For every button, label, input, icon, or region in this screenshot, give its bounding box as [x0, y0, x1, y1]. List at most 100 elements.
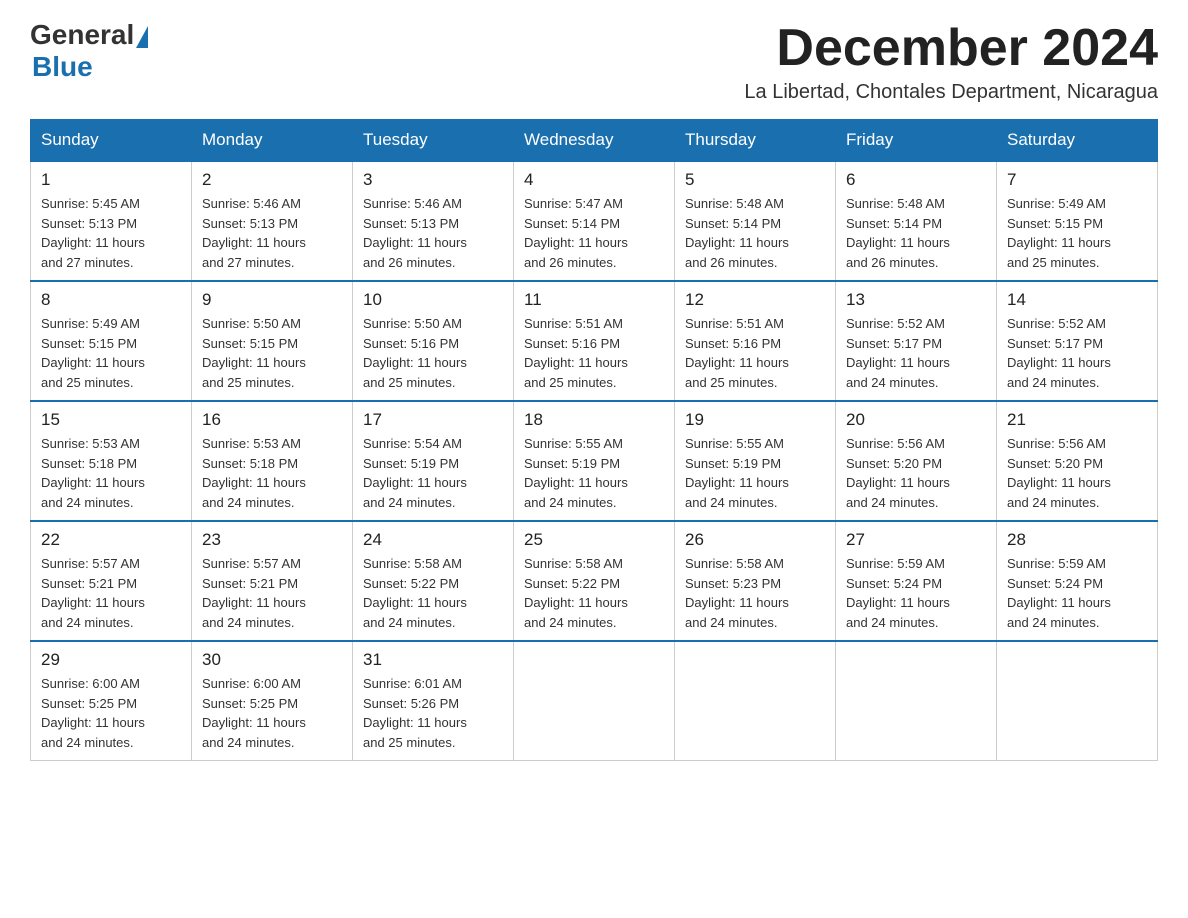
calendar-cell: 21 Sunrise: 5:56 AM Sunset: 5:20 PM Dayl…: [997, 401, 1158, 521]
day-info: Sunrise: 5:49 AM Sunset: 5:15 PM Dayligh…: [41, 314, 181, 392]
calendar-cell: 31 Sunrise: 6:01 AM Sunset: 5:26 PM Dayl…: [353, 641, 514, 761]
calendar-cell: 17 Sunrise: 5:54 AM Sunset: 5:19 PM Dayl…: [353, 401, 514, 521]
day-number: 4: [524, 170, 664, 190]
day-info: Sunrise: 5:56 AM Sunset: 5:20 PM Dayligh…: [846, 434, 986, 512]
day-info: Sunrise: 5:54 AM Sunset: 5:19 PM Dayligh…: [363, 434, 503, 512]
day-info: Sunrise: 5:58 AM Sunset: 5:22 PM Dayligh…: [524, 554, 664, 632]
calendar-cell: 11 Sunrise: 5:51 AM Sunset: 5:16 PM Dayl…: [514, 281, 675, 401]
calendar-cell: 2 Sunrise: 5:46 AM Sunset: 5:13 PM Dayli…: [192, 161, 353, 281]
day-info: Sunrise: 5:56 AM Sunset: 5:20 PM Dayligh…: [1007, 434, 1147, 512]
calendar-cell: 14 Sunrise: 5:52 AM Sunset: 5:17 PM Dayl…: [997, 281, 1158, 401]
day-number: 9: [202, 290, 342, 310]
day-info: Sunrise: 5:46 AM Sunset: 5:13 PM Dayligh…: [363, 194, 503, 272]
day-number: 3: [363, 170, 503, 190]
calendar-header-friday: Friday: [836, 120, 997, 162]
calendar-cell: 10 Sunrise: 5:50 AM Sunset: 5:16 PM Dayl…: [353, 281, 514, 401]
calendar-cell: 5 Sunrise: 5:48 AM Sunset: 5:14 PM Dayli…: [675, 161, 836, 281]
day-number: 11: [524, 290, 664, 310]
day-number: 22: [41, 530, 181, 550]
calendar-cell: 18 Sunrise: 5:55 AM Sunset: 5:19 PM Dayl…: [514, 401, 675, 521]
calendar-cell: 6 Sunrise: 5:48 AM Sunset: 5:14 PM Dayli…: [836, 161, 997, 281]
calendar-table: SundayMondayTuesdayWednesdayThursdayFrid…: [30, 119, 1158, 761]
day-info: Sunrise: 5:59 AM Sunset: 5:24 PM Dayligh…: [1007, 554, 1147, 632]
day-info: Sunrise: 5:51 AM Sunset: 5:16 PM Dayligh…: [524, 314, 664, 392]
calendar-cell: 25 Sunrise: 5:58 AM Sunset: 5:22 PM Dayl…: [514, 521, 675, 641]
calendar-week-row: 22 Sunrise: 5:57 AM Sunset: 5:21 PM Dayl…: [31, 521, 1158, 641]
calendar-cell: 9 Sunrise: 5:50 AM Sunset: 5:15 PM Dayli…: [192, 281, 353, 401]
day-number: 10: [363, 290, 503, 310]
calendar-week-row: 29 Sunrise: 6:00 AM Sunset: 5:25 PM Dayl…: [31, 641, 1158, 761]
calendar-cell: 22 Sunrise: 5:57 AM Sunset: 5:21 PM Dayl…: [31, 521, 192, 641]
day-number: 12: [685, 290, 825, 310]
day-number: 19: [685, 410, 825, 430]
page-header: General Blue December 2024 La Libertad, …: [30, 20, 1158, 104]
day-number: 27: [846, 530, 986, 550]
day-info: Sunrise: 5:58 AM Sunset: 5:22 PM Dayligh…: [363, 554, 503, 632]
day-number: 6: [846, 170, 986, 190]
day-info: Sunrise: 5:52 AM Sunset: 5:17 PM Dayligh…: [846, 314, 986, 392]
day-number: 16: [202, 410, 342, 430]
day-info: Sunrise: 5:48 AM Sunset: 5:14 PM Dayligh…: [685, 194, 825, 272]
day-number: 7: [1007, 170, 1147, 190]
day-number: 26: [685, 530, 825, 550]
logo-blue-text: Blue: [32, 51, 93, 83]
day-number: 23: [202, 530, 342, 550]
day-number: 21: [1007, 410, 1147, 430]
day-number: 30: [202, 650, 342, 670]
day-info: Sunrise: 6:00 AM Sunset: 5:25 PM Dayligh…: [202, 674, 342, 752]
calendar-header-row: SundayMondayTuesdayWednesdayThursdayFrid…: [31, 120, 1158, 162]
day-number: 1: [41, 170, 181, 190]
calendar-week-row: 1 Sunrise: 5:45 AM Sunset: 5:13 PM Dayli…: [31, 161, 1158, 281]
day-number: 28: [1007, 530, 1147, 550]
calendar-cell: [675, 641, 836, 761]
day-number: 29: [41, 650, 181, 670]
calendar-header-wednesday: Wednesday: [514, 120, 675, 162]
calendar-cell: 15 Sunrise: 5:53 AM Sunset: 5:18 PM Dayl…: [31, 401, 192, 521]
logo-general-text: General: [30, 20, 134, 51]
title-section: December 2024 La Libertad, Chontales Dep…: [744, 20, 1158, 104]
calendar-cell: 1 Sunrise: 5:45 AM Sunset: 5:13 PM Dayli…: [31, 161, 192, 281]
day-info: Sunrise: 5:57 AM Sunset: 5:21 PM Dayligh…: [202, 554, 342, 632]
day-number: 13: [846, 290, 986, 310]
calendar-cell: 28 Sunrise: 5:59 AM Sunset: 5:24 PM Dayl…: [997, 521, 1158, 641]
calendar-cell: 12 Sunrise: 5:51 AM Sunset: 5:16 PM Dayl…: [675, 281, 836, 401]
calendar-cell: 16 Sunrise: 5:53 AM Sunset: 5:18 PM Dayl…: [192, 401, 353, 521]
calendar-cell: [997, 641, 1158, 761]
calendar-header-sunday: Sunday: [31, 120, 192, 162]
day-number: 25: [524, 530, 664, 550]
day-number: 24: [363, 530, 503, 550]
calendar-header-thursday: Thursday: [675, 120, 836, 162]
calendar-cell: 27 Sunrise: 5:59 AM Sunset: 5:24 PM Dayl…: [836, 521, 997, 641]
calendar-cell: 30 Sunrise: 6:00 AM Sunset: 5:25 PM Dayl…: [192, 641, 353, 761]
calendar-cell: [836, 641, 997, 761]
day-number: 8: [41, 290, 181, 310]
logo-triangle-icon: [136, 26, 148, 48]
day-number: 17: [363, 410, 503, 430]
day-info: Sunrise: 5:59 AM Sunset: 5:24 PM Dayligh…: [846, 554, 986, 632]
day-info: Sunrise: 5:52 AM Sunset: 5:17 PM Dayligh…: [1007, 314, 1147, 392]
day-info: Sunrise: 5:57 AM Sunset: 5:21 PM Dayligh…: [41, 554, 181, 632]
calendar-cell: 19 Sunrise: 5:55 AM Sunset: 5:19 PM Dayl…: [675, 401, 836, 521]
day-info: Sunrise: 5:49 AM Sunset: 5:15 PM Dayligh…: [1007, 194, 1147, 272]
day-info: Sunrise: 5:55 AM Sunset: 5:19 PM Dayligh…: [524, 434, 664, 512]
calendar-header-tuesday: Tuesday: [353, 120, 514, 162]
calendar-week-row: 15 Sunrise: 5:53 AM Sunset: 5:18 PM Dayl…: [31, 401, 1158, 521]
day-number: 15: [41, 410, 181, 430]
day-info: Sunrise: 5:50 AM Sunset: 5:16 PM Dayligh…: [363, 314, 503, 392]
calendar-cell: 20 Sunrise: 5:56 AM Sunset: 5:20 PM Dayl…: [836, 401, 997, 521]
calendar-cell: 24 Sunrise: 5:58 AM Sunset: 5:22 PM Dayl…: [353, 521, 514, 641]
day-number: 5: [685, 170, 825, 190]
calendar-cell: [514, 641, 675, 761]
day-info: Sunrise: 5:53 AM Sunset: 5:18 PM Dayligh…: [202, 434, 342, 512]
day-info: Sunrise: 5:48 AM Sunset: 5:14 PM Dayligh…: [846, 194, 986, 272]
day-info: Sunrise: 5:58 AM Sunset: 5:23 PM Dayligh…: [685, 554, 825, 632]
calendar-cell: 29 Sunrise: 6:00 AM Sunset: 5:25 PM Dayl…: [31, 641, 192, 761]
day-info: Sunrise: 5:51 AM Sunset: 5:16 PM Dayligh…: [685, 314, 825, 392]
calendar-cell: 23 Sunrise: 5:57 AM Sunset: 5:21 PM Dayl…: [192, 521, 353, 641]
day-info: Sunrise: 5:50 AM Sunset: 5:15 PM Dayligh…: [202, 314, 342, 392]
day-info: Sunrise: 5:55 AM Sunset: 5:19 PM Dayligh…: [685, 434, 825, 512]
day-number: 18: [524, 410, 664, 430]
day-info: Sunrise: 6:00 AM Sunset: 5:25 PM Dayligh…: [41, 674, 181, 752]
calendar-cell: 7 Sunrise: 5:49 AM Sunset: 5:15 PM Dayli…: [997, 161, 1158, 281]
day-info: Sunrise: 6:01 AM Sunset: 5:26 PM Dayligh…: [363, 674, 503, 752]
